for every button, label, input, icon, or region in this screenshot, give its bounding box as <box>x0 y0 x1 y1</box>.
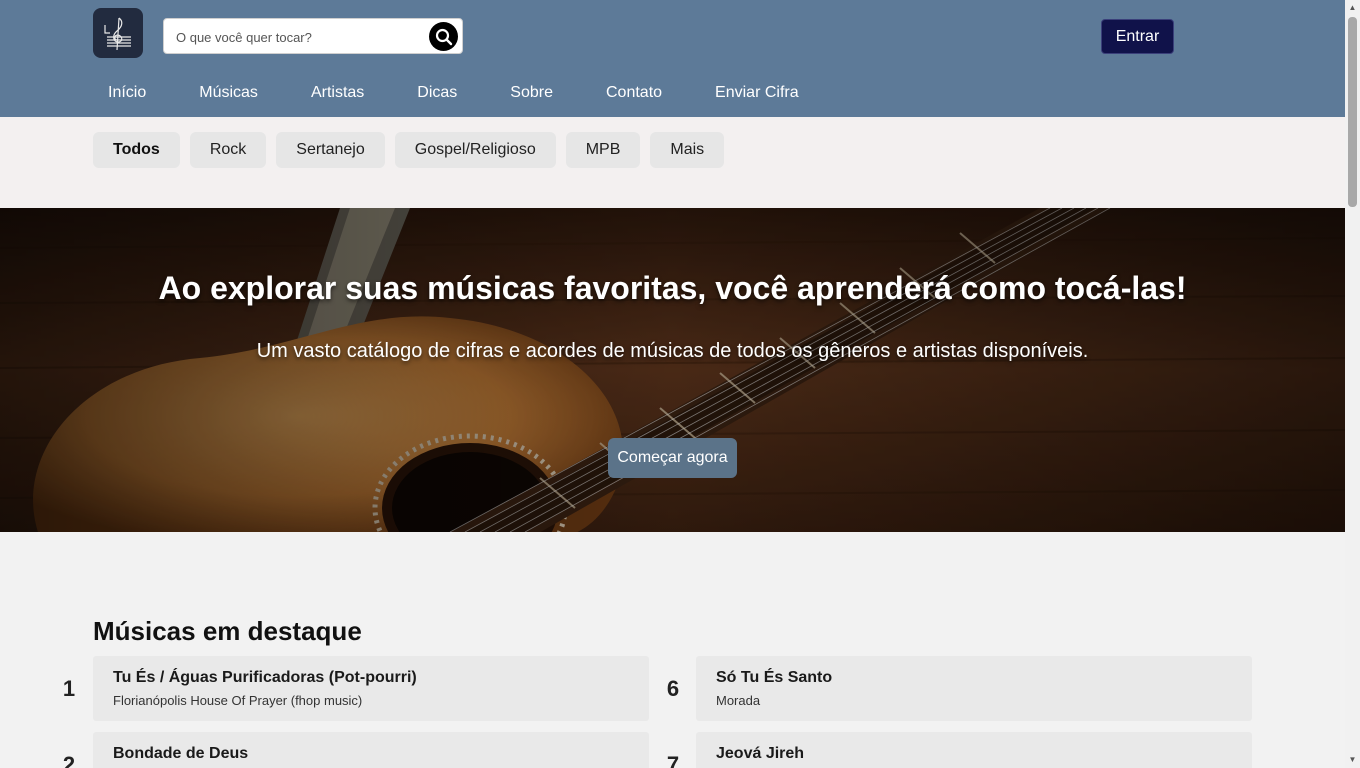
hero-title: Ao explorar suas músicas favoritas, você… <box>158 270 1187 306</box>
hero-subtitle: Um vasto catálogo de cifras e acordes de… <box>256 340 1089 362</box>
search-box <box>163 18 463 55</box>
song-title: Só Tu És Santo <box>716 669 833 686</box>
nav-item-contato[interactable]: Contato <box>591 80 677 108</box>
page-scrollbar[interactable]: ▲ ▼ <box>1345 0 1360 768</box>
scroll-up-arrow-icon[interactable]: ▲ <box>1348 3 1357 13</box>
genre-chip-rock[interactable]: Rock <box>189 132 267 168</box>
start-now-button[interactable]: Começar agora <box>608 438 737 478</box>
search-input[interactable] <box>174 19 428 55</box>
song-artist: Florianópolis House Of Prayer (fhop musi… <box>113 693 363 708</box>
nav-item-dicas[interactable]: Dicas <box>402 80 472 108</box>
page: Entrar Início Músicas Artistas Dicas Sob… <box>0 0 1345 768</box>
scrollbar-thumb[interactable] <box>1348 17 1357 207</box>
genre-chip-todos[interactable]: Todos <box>93 132 180 168</box>
song-card[interactable]: Tu És / Águas Purificadoras (Pot-pourri)… <box>93 656 649 721</box>
site-logo[interactable] <box>93 8 143 58</box>
nav-item-inicio[interactable]: Início <box>93 80 161 108</box>
scroll-down-arrow-icon[interactable]: ▼ <box>1348 755 1357 765</box>
song-title: Bondade de Deus <box>113 745 249 762</box>
song-card[interactable]: Bondade de Deus <box>93 732 649 768</box>
search-button[interactable] <box>429 22 458 51</box>
song-artist: Morada <box>716 693 761 708</box>
nav-item-musicas[interactable]: Músicas <box>184 80 273 108</box>
genre-filter-bar: Todos Rock Sertanejo Gospel/Religioso MP… <box>0 117 1345 208</box>
song-title: Jeová Jireh <box>716 745 805 762</box>
treble-clef-icon <box>104 17 131 51</box>
featured-section-title: Músicas em destaque <box>93 616 362 646</box>
nav-item-enviar-cifra[interactable]: Enviar Cifra <box>700 80 814 108</box>
genre-chip-sertanejo[interactable]: Sertanejo <box>276 132 385 168</box>
login-button[interactable]: Entrar <box>1101 19 1174 54</box>
song-rank: 2 <box>62 752 76 768</box>
nav-item-artistas[interactable]: Artistas <box>296 80 379 108</box>
genre-chip-gospel[interactable]: Gospel/Religioso <box>394 132 556 168</box>
song-rank: 1 <box>62 676 76 701</box>
nav-item-sobre[interactable]: Sobre <box>495 80 568 108</box>
song-card[interactable]: Jeová Jireh <box>696 732 1252 768</box>
song-title: Tu És / Águas Purificadoras (Pot-pourri) <box>113 669 417 686</box>
song-rank: 6 <box>666 676 680 701</box>
site-header: Entrar Início Músicas Artistas Dicas Sob… <box>0 0 1345 117</box>
search-icon <box>435 28 452 45</box>
genre-chip-mpb[interactable]: MPB <box>565 132 641 168</box>
guitar-background-image <box>0 208 1345 532</box>
genre-chip-mais[interactable]: Mais <box>650 132 725 168</box>
hero-banner: Ao explorar suas músicas favoritas, você… <box>0 208 1345 532</box>
main-nav: Início Músicas Artistas Dicas Sobre Cont… <box>93 80 837 108</box>
song-card[interactable]: Só Tu És Santo Morada <box>696 656 1252 721</box>
song-rank: 7 <box>666 752 680 768</box>
